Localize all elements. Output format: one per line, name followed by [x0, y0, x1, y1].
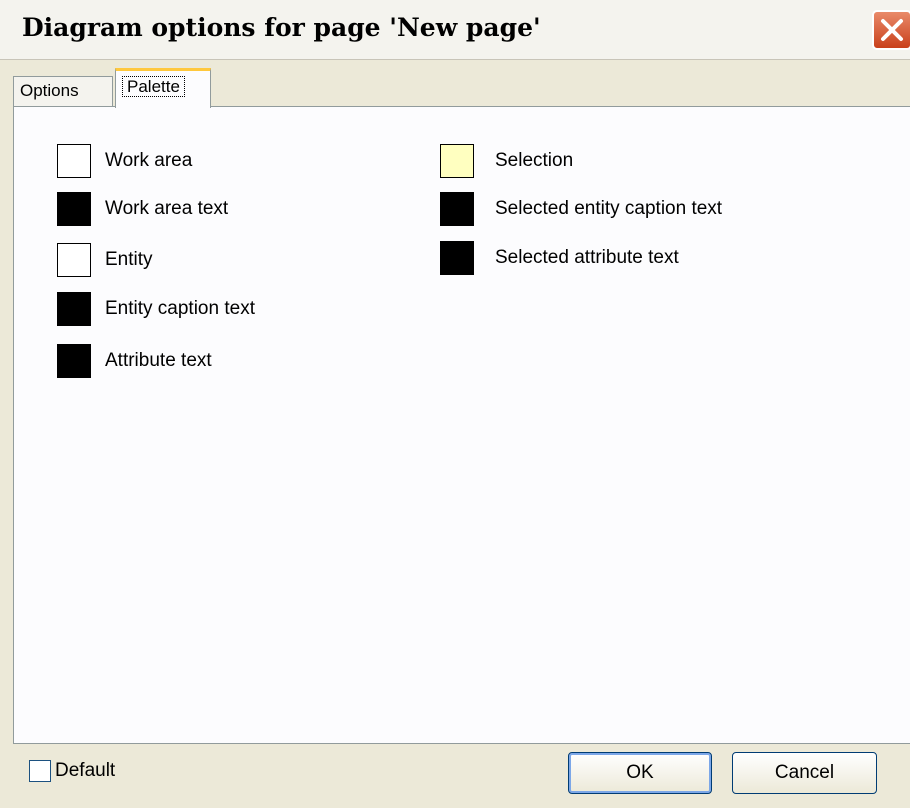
close-icon — [881, 19, 903, 41]
palette-item-selected-entity-caption-text[interactable]: Selected entity caption text — [440, 191, 722, 227]
palette-panel: Work area Work area text Entity Entity c… — [13, 106, 910, 744]
ok-button[interactable]: OK — [568, 752, 712, 794]
color-swatch-entity-caption-text[interactable] — [57, 292, 91, 326]
default-checkbox-row[interactable]: Default — [29, 760, 115, 782]
palette-item-selected-attribute-text[interactable]: Selected attribute text — [440, 240, 679, 276]
tab-options-label: Options — [20, 81, 79, 100]
palette-item-label: Attribute text — [105, 350, 212, 371]
palette-item-attribute-text[interactable]: Attribute text — [57, 343, 212, 379]
color-swatch-entity[interactable] — [57, 243, 91, 277]
palette-item-work-area-text[interactable]: Work area text — [57, 191, 228, 227]
palette-item-label: Entity — [105, 249, 153, 270]
tab-palette[interactable]: Palette — [115, 68, 211, 108]
palette-item-label: Selected entity caption text — [495, 198, 723, 219]
palette-item-work-area[interactable]: Work area — [57, 143, 192, 179]
palette-item-label: Work area — [105, 150, 193, 171]
palette-item-selection[interactable]: Selection — [440, 143, 573, 179]
palette-item-entity[interactable]: Entity — [57, 242, 153, 278]
palette-item-label: Selection — [495, 150, 574, 171]
dialog-window: Diagram options for page 'New page' Opti… — [0, 0, 910, 808]
palette-item-entity-caption-text[interactable]: Entity caption text — [57, 291, 255, 327]
dialog-footer: Default OK Cancel — [13, 744, 910, 808]
color-swatch-work-area[interactable] — [57, 144, 91, 178]
cancel-button[interactable]: Cancel — [732, 752, 877, 794]
color-swatch-work-area-text[interactable] — [57, 192, 91, 226]
palette-item-label: Work area text — [105, 198, 229, 219]
close-button[interactable] — [872, 10, 910, 50]
color-swatch-attribute-text[interactable] — [57, 344, 91, 378]
color-swatch-selected-entity-caption-text[interactable] — [440, 192, 474, 226]
default-checkbox-label[interactable]: Default — [55, 760, 115, 782]
window-title: Diagram options for page 'New page' — [22, 13, 541, 42]
default-checkbox[interactable] — [29, 760, 51, 782]
tab-strip: Options Palette — [13, 64, 910, 108]
title-bar: Diagram options for page 'New page' — [0, 0, 910, 60]
color-swatch-selected-attribute-text[interactable] — [440, 241, 474, 275]
color-swatch-selection[interactable] — [440, 144, 474, 178]
palette-item-label: Entity caption text — [105, 298, 255, 319]
palette-item-label: Selected attribute text — [495, 247, 679, 268]
tab-options[interactable]: Options — [13, 76, 113, 106]
tab-palette-label: Palette — [122, 76, 185, 97]
